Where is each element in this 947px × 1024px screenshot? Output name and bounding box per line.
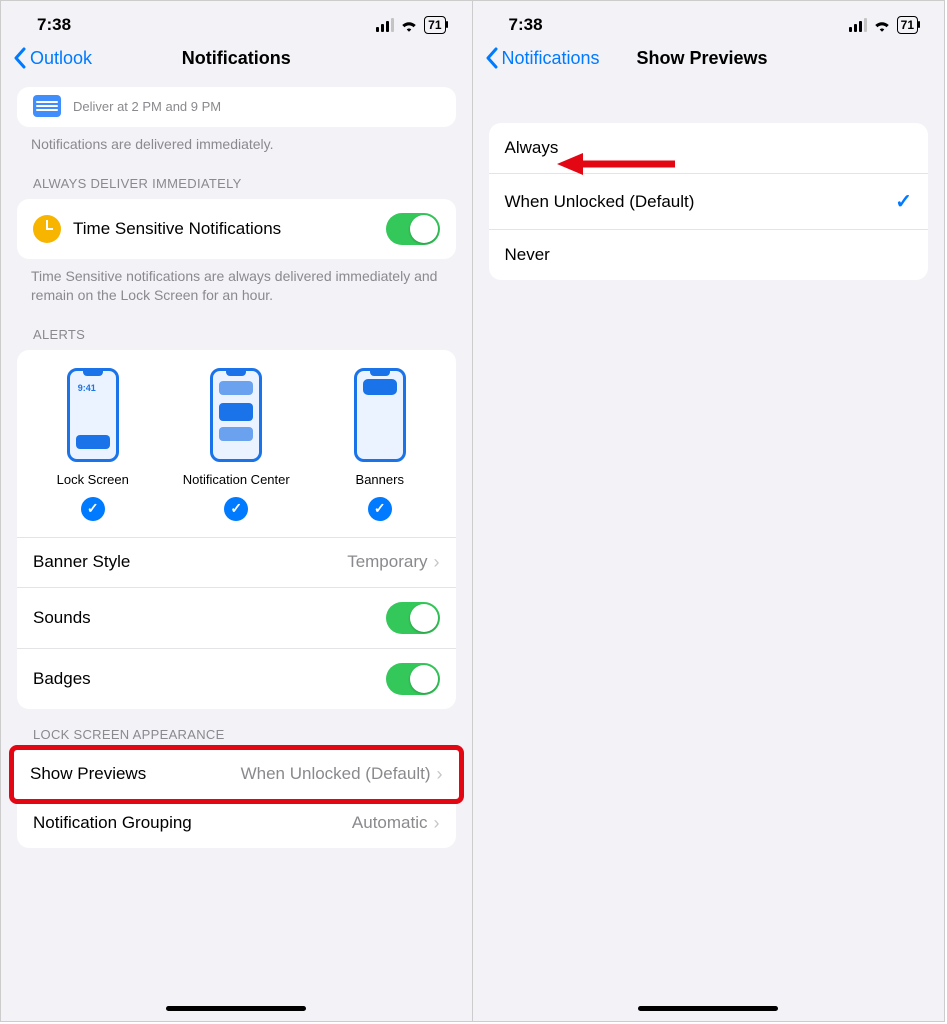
cellular-icon xyxy=(849,18,867,32)
clock-icon xyxy=(33,215,61,243)
section-lock-appearance: LOCK SCREEN APPEARANCE xyxy=(1,709,472,750)
badges-label: Badges xyxy=(33,669,91,689)
chevron-right-icon: › xyxy=(437,764,443,785)
status-time: 7:38 xyxy=(37,15,71,35)
page-title: Show Previews xyxy=(473,48,945,69)
show-previews-value: When Unlocked (Default) xyxy=(241,764,431,784)
check-icon: ✓ xyxy=(368,497,392,521)
home-indicator[interactable] xyxy=(166,1006,306,1011)
alert-lock-screen[interactable]: 9:41 Lock Screen ✓ xyxy=(33,368,153,521)
summary-subtitle: Deliver at 2 PM and 9 PM xyxy=(73,99,221,114)
alert-banners-label: Banners xyxy=(356,472,404,487)
show-previews-row[interactable]: Show Previews When Unlocked (Default) › xyxy=(14,750,459,799)
chevron-right-icon: › xyxy=(434,813,440,834)
badges-row[interactable]: Badges xyxy=(17,648,456,709)
alert-center-label: Notification Center xyxy=(183,472,290,487)
battery-icon: 71 xyxy=(897,16,918,34)
annotation-highlight: Show Previews When Unlocked (Default) › xyxy=(14,750,459,799)
section-alerts: ALERTS xyxy=(1,309,472,350)
summary-icon xyxy=(33,95,61,117)
check-icon: ✓ xyxy=(224,497,248,521)
status-time: 7:38 xyxy=(509,15,543,35)
nav-bar: Outlook Notifications xyxy=(1,41,472,83)
battery-icon: 71 xyxy=(424,16,445,34)
time-sensitive-note: Time Sensitive notifications are always … xyxy=(1,259,472,309)
alert-lock-label: Lock Screen xyxy=(57,472,129,487)
banner-style-row[interactable]: Banner Style Temporary › xyxy=(17,537,456,587)
check-icon: ✓ xyxy=(81,497,105,521)
section-always-deliver: ALWAYS DELIVER IMMEDIATELY xyxy=(1,158,472,199)
option-never-label: Never xyxy=(505,245,550,265)
banner-style-label: Banner Style xyxy=(33,552,130,572)
time-sensitive-row[interactable]: Time Sensitive Notifications xyxy=(17,199,456,259)
sounds-label: Sounds xyxy=(33,608,91,628)
banners-icon xyxy=(354,368,406,462)
nav-bar: Notifications Show Previews xyxy=(473,41,945,83)
cellular-icon xyxy=(376,18,394,32)
option-when-unlocked-label: When Unlocked (Default) xyxy=(505,192,695,212)
option-always-label: Always xyxy=(505,138,559,158)
option-never[interactable]: Never xyxy=(489,229,929,280)
wifi-icon xyxy=(400,18,418,32)
status-bar: 7:38 71 xyxy=(473,1,945,41)
sounds-toggle[interactable] xyxy=(386,602,440,634)
grouping-label: Notification Grouping xyxy=(33,813,192,833)
show-previews-label: Show Previews xyxy=(30,764,146,784)
banner-style-value: Temporary xyxy=(347,552,427,572)
notification-grouping-row[interactable]: Notification Grouping Automatic › xyxy=(17,799,456,848)
lock-screen-icon: 9:41 xyxy=(67,368,119,462)
home-indicator[interactable] xyxy=(638,1006,778,1011)
status-bar: 7:38 71 xyxy=(1,1,472,41)
summary-note: Notifications are delivered immediately. xyxy=(1,127,472,158)
page-title: Notifications xyxy=(1,48,472,69)
time-sensitive-toggle[interactable] xyxy=(386,213,440,245)
grouping-value: Automatic xyxy=(352,813,428,833)
badges-toggle[interactable] xyxy=(386,663,440,695)
option-when-unlocked[interactable]: When Unlocked (Default) ✓ xyxy=(489,173,929,229)
notification-center-icon xyxy=(210,368,262,462)
annotation-arrow-icon xyxy=(557,149,677,179)
alert-banners[interactable]: Banners ✓ xyxy=(320,368,440,521)
time-sensitive-label: Time Sensitive Notifications xyxy=(73,219,281,239)
checkmark-icon: ✓ xyxy=(895,189,912,214)
wifi-icon xyxy=(873,18,891,32)
chevron-right-icon: › xyxy=(434,552,440,573)
sounds-row[interactable]: Sounds xyxy=(17,587,456,648)
option-always[interactable]: Always xyxy=(489,123,929,173)
alert-notification-center[interactable]: Notification Center ✓ xyxy=(176,368,296,521)
scheduled-summary-row[interactable]: Deliver at 2 PM and 9 PM xyxy=(17,87,456,127)
